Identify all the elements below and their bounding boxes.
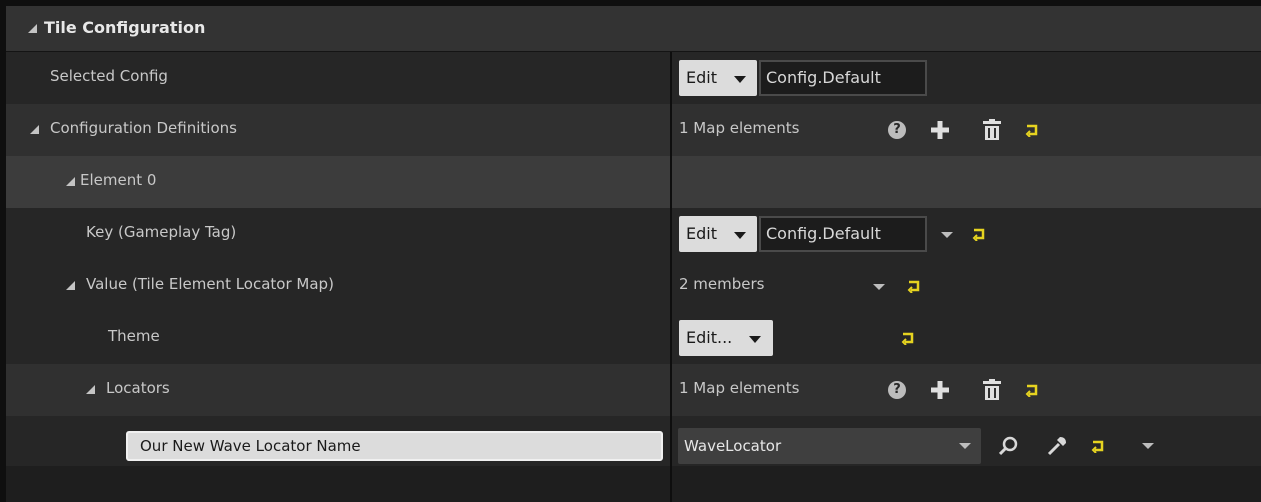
collapse-arrow-icon[interactable] xyxy=(30,125,39,134)
chevron-down-icon xyxy=(734,76,746,83)
reset-arrow-icon[interactable] xyxy=(972,227,986,241)
locator-key-input[interactable]: Our New Wave Locator Name xyxy=(126,431,663,461)
chevron-down-icon xyxy=(749,336,761,343)
details-panel: Tile Configuration Selected Config Edit … xyxy=(6,6,1261,502)
property-label: Selected Config xyxy=(50,67,168,85)
chevron-down-icon[interactable] xyxy=(873,284,885,290)
property-label: Key (Gameplay Tag) xyxy=(86,223,237,241)
column-divider[interactable] xyxy=(670,52,672,502)
chevron-down-icon xyxy=(734,232,746,239)
category-title: Tile Configuration xyxy=(44,18,206,37)
plus-icon[interactable] xyxy=(931,121,949,139)
reset-arrow-icon[interactable] xyxy=(901,331,915,345)
collapse-arrow-icon[interactable] xyxy=(86,385,95,394)
help-icon[interactable]: ? xyxy=(888,121,906,139)
help-icon[interactable]: ? xyxy=(888,381,906,399)
edit-theme-button[interactable]: Edit... xyxy=(679,320,773,356)
struct-member-count: 2 members xyxy=(679,275,765,293)
map-element-count: 1 Map elements xyxy=(679,119,800,137)
collapse-arrow-icon[interactable] xyxy=(66,177,75,186)
property-label: Element 0 xyxy=(80,171,157,189)
collapse-arrow-icon[interactable] xyxy=(28,24,37,33)
search-icon[interactable] xyxy=(999,436,1019,456)
category-header-tile-configuration[interactable]: Tile Configuration xyxy=(6,6,1261,52)
trash-icon[interactable] xyxy=(982,379,1002,401)
property-row-element-0: Element 0 xyxy=(6,156,1261,208)
eyedropper-icon[interactable] xyxy=(1047,436,1067,456)
chevron-down-icon[interactable] xyxy=(941,232,953,238)
property-row-key: Key (Gameplay Tag) Edit Config.Default xyxy=(6,208,1261,260)
property-row-theme: Theme Edit... xyxy=(6,312,1261,364)
gameplay-tag-value[interactable]: Config.Default xyxy=(759,60,927,96)
property-row-value: Value (Tile Element Locator Map) 2 membe… xyxy=(6,260,1261,312)
map-element-count: 1 Map elements xyxy=(679,379,800,397)
collapse-arrow-icon[interactable] xyxy=(66,281,75,290)
plus-icon[interactable] xyxy=(931,381,949,399)
property-label: Value (Tile Element Locator Map) xyxy=(86,275,334,293)
gameplay-tag-value[interactable]: Config.Default xyxy=(759,216,927,252)
property-label: Locators xyxy=(106,379,170,397)
property-row-locators: Locators 1 Map elements ? xyxy=(6,364,1261,416)
property-row-configuration-definitions: Configuration Definitions 1 Map elements… xyxy=(6,104,1261,156)
locator-asset-combo[interactable]: WaveLocator xyxy=(678,428,981,464)
edit-tag-button[interactable]: Edit xyxy=(679,60,757,96)
trash-icon[interactable] xyxy=(982,119,1002,141)
edit-tag-button[interactable]: Edit xyxy=(679,216,757,252)
chevron-down-icon[interactable] xyxy=(1142,443,1154,449)
reset-arrow-icon[interactable] xyxy=(1091,439,1105,453)
chevron-down-icon xyxy=(959,443,971,449)
reset-arrow-icon[interactable] xyxy=(1025,123,1039,137)
reset-arrow-icon[interactable] xyxy=(1025,383,1039,397)
property-label: Configuration Definitions xyxy=(50,119,237,137)
property-label: Theme xyxy=(108,327,160,345)
reset-arrow-icon[interactable] xyxy=(907,279,921,293)
property-row-selected-config: Selected Config Edit Config.Default xyxy=(6,52,1261,104)
